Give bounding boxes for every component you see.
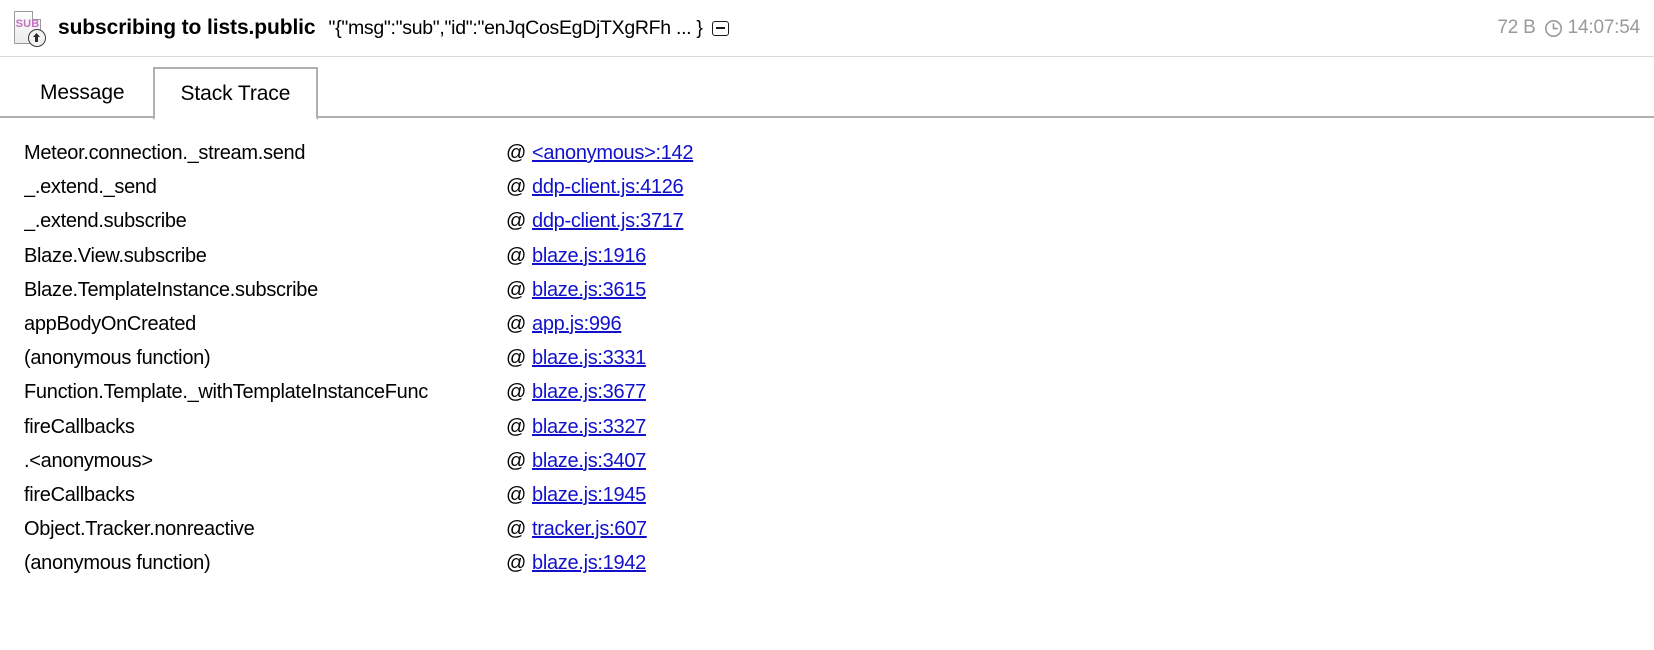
at-symbol: @ [506, 312, 527, 335]
message-timestamp: 14:07:54 [1567, 17, 1641, 38]
at-symbol: @ [506, 244, 527, 267]
stack-trace-row: fireCallbacks @ blaze.js:1945 [24, 478, 1654, 512]
at-symbol: @ [506, 552, 527, 575]
stack-frame-function: Meteor.connection._stream.send [24, 142, 306, 164]
at-symbol: @ [506, 415, 527, 438]
stack-frame-source-link[interactable]: blaze.js:1945 [532, 478, 646, 512]
stack-frame-source-link[interactable]: blaze.js:3331 [532, 341, 646, 375]
stack-frame-function: Blaze.TemplateInstance.subscribe [24, 278, 318, 301]
stack-frame-function: fireCallbacks [24, 483, 135, 506]
message-size: 72 B [1497, 17, 1536, 38]
tab-bar: Message Stack Trace [0, 57, 1654, 120]
at-symbol: @ [506, 176, 527, 199]
message-json-preview: "{"msg":"sub","id":"enJqCosEgDjTXgRFh ..… [328, 16, 703, 39]
stack-trace-panel: Meteor.connection._stream.send @ <anonymou… [0, 118, 1654, 581]
at-symbol: @ [506, 518, 527, 541]
stack-trace-row: Blaze.View.subscribe @ blaze.js:1916 [24, 239, 1654, 273]
stack-frame-source-link[interactable]: blaze.js:3407 [532, 444, 646, 478]
stack-trace-row: (anonymous function) @ blaze.js:3331 [24, 341, 1654, 375]
stack-frame-function: .<anonymous> [24, 449, 153, 472]
tab-message[interactable]: Message [12, 67, 153, 118]
stack-frame-source-link[interactable]: blaze.js:3615 [532, 273, 646, 307]
stack-frame-function: Function.Template._withTemplateInstanceF… [24, 381, 428, 404]
stack-frame-source-link[interactable]: ddp-client.js:3717 [532, 204, 684, 238]
stack-frame-function: _.extend.subscribe [24, 210, 187, 233]
stack-trace-row: Function.Template._withTemplateInstanceF… [24, 375, 1654, 409]
stack-frame-function: fireCallbacks [24, 415, 135, 438]
stack-frame-source-link[interactable]: app.js:996 [532, 307, 622, 341]
stack-trace-row: Blaze.TemplateInstance.subscribe @ blaze.j… [24, 273, 1654, 307]
stack-frame-source-link[interactable]: <anonymous>:142 [532, 136, 693, 170]
message-header: SUB subscribing to lists.public "{"msg":… [0, 0, 1654, 57]
stack-frame-function: _.extend._send [24, 176, 157, 199]
collapse-minus-icon[interactable] [711, 20, 729, 36]
stack-trace-row: Object.Tracker.nonreactive @ tracker.js:60… [24, 512, 1654, 546]
at-symbol: @ [506, 142, 527, 164]
stack-frame-function: appBodyOnCreated [24, 312, 196, 335]
at-symbol: @ [506, 483, 527, 506]
message-title: subscribing to lists.public [58, 16, 316, 39]
at-symbol: @ [506, 210, 527, 233]
upload-arrow-icon [28, 29, 46, 47]
collapse-bar [715, 27, 725, 29]
stack-frame-function: Blaze.View.subscribe [24, 244, 207, 267]
at-symbol: @ [506, 278, 527, 301]
stack-trace-row: Meteor.connection._stream.send @ <anonymou… [24, 136, 1654, 170]
stack-frame-source-link[interactable]: blaze.js:3327 [532, 410, 646, 444]
stack-frame-function: (anonymous function) [24, 552, 211, 575]
at-symbol: @ [506, 347, 527, 370]
tab-stack-trace[interactable]: Stack Trace [152, 67, 319, 120]
stack-frame-source-link[interactable]: blaze.js:1942 [532, 546, 646, 580]
stack-trace-row: _.extend.subscribe @ ddp-client.js:3717 [24, 204, 1654, 238]
stack-trace-row: (anonymous function) @ blaze.js:1942 [24, 546, 1654, 580]
stack-frame-source-link[interactable]: ddp-client.js:4126 [532, 170, 684, 204]
stack-frame-source-link[interactable]: blaze.js:3677 [532, 375, 646, 409]
stack-trace-row: .<anonymous> @ blaze.js:3407 [24, 444, 1654, 478]
sub-message-icon: SUB [12, 9, 46, 47]
stack-frame-function: (anonymous function) [24, 347, 211, 370]
stack-trace-row: fireCallbacks @ blaze.js:3327 [24, 410, 1654, 444]
message-meta: 72 B 14:07:54 [1497, 17, 1640, 39]
stack-frame-function: Object.Tracker.nonreactive [24, 518, 255, 541]
stack-frame-source-link[interactable]: tracker.js:607 [532, 512, 647, 546]
clock-icon [1544, 19, 1563, 38]
stack-trace-row: _.extend._send @ ddp-client.js:4126 [24, 170, 1654, 204]
stack-frame-source-link[interactable]: blaze.js:1916 [532, 239, 646, 273]
at-symbol: @ [506, 449, 527, 472]
stack-trace-list: Meteor.connection._stream.send @ <anonymou… [24, 136, 1654, 580]
at-symbol: @ [506, 381, 527, 404]
stack-trace-row: appBodyOnCreated @ app.js:996 [24, 307, 1654, 341]
